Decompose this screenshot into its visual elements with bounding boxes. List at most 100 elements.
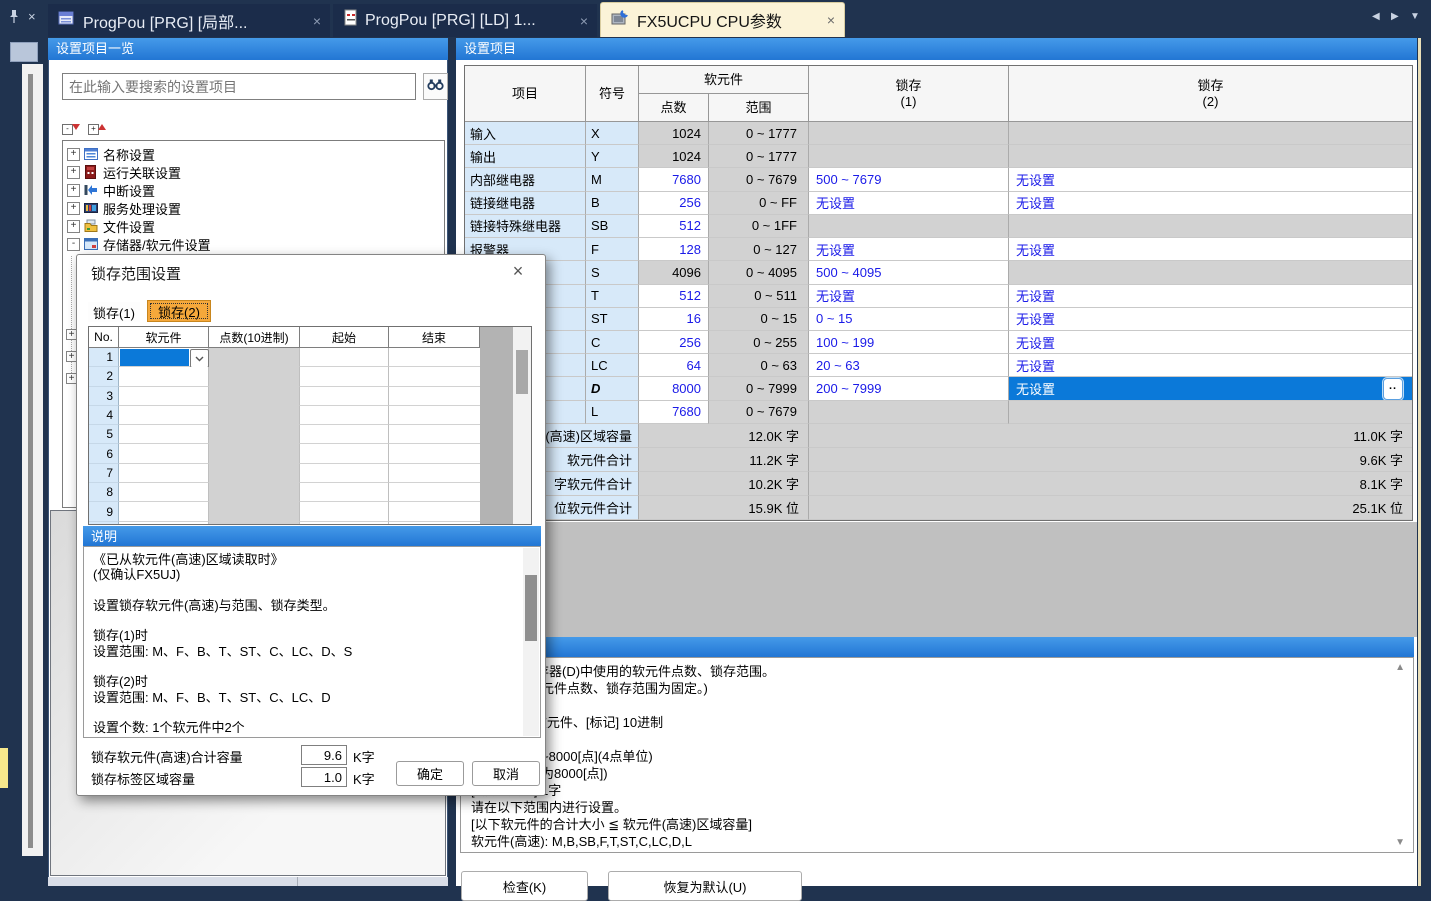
latch1-cell[interactable]: 200 ~ 7999 (809, 377, 1009, 400)
device-points-cell[interactable]: 512 (639, 285, 709, 308)
scrollbar-thumb[interactable] (516, 350, 528, 394)
tree-collapse-icon[interactable]: - (67, 238, 80, 251)
tree-expand-icon[interactable]: + (67, 220, 80, 233)
latch1-cell[interactable]: 无设置 (809, 285, 1009, 308)
latch1-cell[interactable]: 500 ~ 4095 (809, 261, 1009, 284)
tab-scroll-left-icon[interactable]: ◀ (1372, 11, 1380, 22)
latch1-cell[interactable]: 无设置 (809, 238, 1009, 261)
tab-close-icon[interactable]: × (827, 12, 835, 28)
latch1-cell[interactable]: 无设置 (809, 192, 1009, 215)
tab-close-icon[interactable]: × (580, 13, 588, 29)
cancel-button[interactable]: 取消 (472, 761, 540, 786)
tree-expand-icon[interactable]: + (67, 166, 80, 179)
tab-scroll-right-icon[interactable]: ▶ (1391, 11, 1399, 22)
latch2-cell[interactable]: 无设置 (1009, 192, 1412, 215)
pin-icon[interactable] (8, 9, 20, 27)
sidebar-item[interactable]: +中断设置 (63, 181, 444, 199)
latch1-cell[interactable]: 20 ~ 63 (809, 354, 1009, 377)
device-points-cell[interactable]: 64 (639, 354, 709, 377)
dialog-close-icon[interactable]: × (505, 258, 531, 284)
sidebar-item[interactable]: -存储器/软元件设置 (63, 235, 444, 253)
scrollbar-thumb[interactable] (525, 575, 537, 641)
grid-device-cell[interactable] (119, 444, 209, 463)
grid-end-cell[interactable] (389, 522, 480, 524)
grid-device-cell[interactable] (119, 348, 209, 367)
sidebar-item[interactable]: +名称设置 (63, 145, 444, 163)
device-points-cell[interactable]: 8000 (639, 377, 709, 400)
grid-start-cell[interactable] (300, 522, 389, 524)
grid-start-cell[interactable] (300, 425, 389, 444)
grid-start-cell[interactable] (300, 367, 389, 386)
grid-device-cell[interactable] (119, 502, 209, 521)
latch2-cell[interactable]: 无设置.. (1009, 377, 1412, 400)
collapse-all-icon[interactable]: - (62, 122, 80, 137)
device-points-cell[interactable]: 7680 (639, 168, 709, 191)
latch2-cell[interactable]: 无设置 (1009, 354, 1412, 377)
latch2-cell[interactable]: 无设置 (1009, 308, 1412, 331)
ok-button[interactable]: 确定 (396, 761, 464, 786)
tab-progpou-local[interactable]: ProgPou [PRG] [局部... × (48, 4, 330, 37)
tree-expand-icon[interactable]: + (67, 184, 80, 197)
grid-end-cell[interactable] (389, 387, 480, 406)
tab-latch1[interactable]: 锁存(1) (88, 302, 140, 322)
device-points-cell[interactable]: 512 (639, 215, 709, 238)
latch2-cell[interactable]: 无设置 (1009, 238, 1412, 261)
grid-start-cell[interactable] (300, 502, 389, 521)
check-button[interactable]: 检查(K) (461, 871, 588, 901)
search-button[interactable] (423, 73, 448, 100)
device-points-cell[interactable]: 256 (639, 331, 709, 354)
sidebar-item[interactable]: +文件设置 (63, 217, 444, 235)
memory-settings-icon (84, 237, 99, 251)
grid-start-cell[interactable] (300, 464, 389, 483)
grid-start-cell[interactable] (300, 387, 389, 406)
tab-progpou-ld[interactable]: ProgPou [PRG] [LD] 1... × (333, 4, 597, 37)
grid-start-cell[interactable] (300, 483, 389, 502)
grid-end-cell[interactable] (389, 406, 480, 425)
sidebar-item[interactable]: +运行关联设置 (63, 163, 444, 181)
grid-device-cell[interactable] (119, 464, 209, 483)
tab-latch2[interactable]: 锁存(2) (147, 300, 211, 322)
grid-device-cell[interactable] (119, 406, 209, 425)
search-input[interactable] (62, 73, 416, 100)
dropdown-button[interactable] (190, 349, 209, 368)
device-points-cell[interactable]: 128 (639, 238, 709, 261)
note-scrollbar[interactable] (523, 548, 539, 736)
grid-end-cell[interactable] (389, 483, 480, 502)
grid-end-cell[interactable] (389, 444, 480, 463)
device-points-cell[interactable]: 16 (639, 308, 709, 331)
expand-all-icon[interactable]: + (88, 122, 106, 137)
scroll-up-icon[interactable]: ▲ (1395, 662, 1405, 673)
grid-device-cell[interactable] (119, 387, 209, 406)
grid-device-cell[interactable] (119, 425, 209, 444)
tree-expand-icon[interactable]: + (67, 148, 80, 161)
tab-cpu-parameter[interactable]: FX5UCPU CPU参数 × (600, 2, 845, 37)
grid-end-cell[interactable] (389, 502, 480, 521)
sidebar-item[interactable]: +服务处理设置 (63, 199, 444, 217)
tree-expand-icon[interactable]: + (67, 202, 80, 215)
scroll-down-icon[interactable]: ▼ (1395, 837, 1405, 848)
tab-close-icon[interactable]: × (313, 13, 321, 29)
grid-end-cell[interactable] (389, 348, 480, 367)
grid-end-cell[interactable] (389, 464, 480, 483)
restore-default-button[interactable]: 恢复为默认(U) (608, 871, 802, 901)
grid-start-cell[interactable] (300, 406, 389, 425)
grid-start-cell[interactable] (300, 348, 389, 367)
close-pane-icon[interactable]: × (28, 9, 36, 24)
device-points-cell[interactable]: 256 (639, 192, 709, 215)
tab-list-menu-icon[interactable]: ▼ (1410, 11, 1420, 22)
latch1-cell[interactable]: 100 ~ 199 (809, 331, 1009, 354)
grid-device-cell[interactable] (119, 483, 209, 502)
grid-device-cell[interactable] (119, 367, 209, 386)
latch2-cell[interactable]: 无设置 (1009, 331, 1412, 354)
latch1-cell[interactable]: 0 ~ 15 (809, 308, 1009, 331)
latch-range-button[interactable]: .. (1383, 378, 1403, 400)
grid-scrollbar[interactable] (513, 327, 531, 524)
device-points-cell[interactable]: 7680 (639, 401, 709, 424)
latch2-cell[interactable]: 无设置 (1009, 168, 1412, 191)
grid-end-cell[interactable] (389, 367, 480, 386)
grid-end-cell[interactable] (389, 425, 480, 444)
grid-start-cell[interactable] (300, 444, 389, 463)
grid-device-cell[interactable] (119, 522, 209, 524)
latch2-cell[interactable]: 无设置 (1009, 285, 1412, 308)
latch1-cell[interactable]: 500 ~ 7679 (809, 168, 1009, 191)
